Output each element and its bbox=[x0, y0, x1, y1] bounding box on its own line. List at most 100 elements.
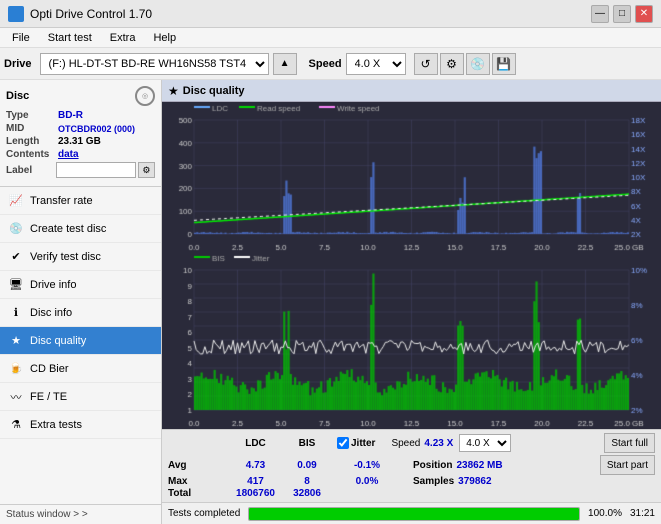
bottom-status-text: Tests completed bbox=[168, 508, 240, 519]
max-jitter: 0.0% bbox=[337, 476, 397, 487]
length-label: Length bbox=[6, 136, 58, 147]
elapsed-time: 31:21 bbox=[630, 508, 655, 519]
avg-label: Avg bbox=[168, 460, 228, 471]
sidebar-item-create-test-disc[interactable]: 💿 Create test disc bbox=[0, 215, 161, 243]
minimize-button[interactable]: — bbox=[591, 5, 609, 23]
samples-value: 379862 bbox=[458, 476, 491, 487]
eject-button[interactable]: ▲ bbox=[273, 53, 297, 75]
lower-chart bbox=[162, 252, 661, 428]
speed-label: Speed bbox=[309, 58, 342, 70]
sidebar-item-fe-te[interactable]: 〰 FE / TE bbox=[0, 383, 161, 411]
nav-verify-test-label: Verify test disc bbox=[30, 251, 101, 263]
stats-bar: LDC BIS Jitter Speed 4.23 X 4.0 X Start … bbox=[162, 429, 661, 502]
menu-bar: File Start test Extra Help bbox=[0, 28, 661, 48]
start-full-button[interactable]: Start full bbox=[604, 433, 655, 453]
label-label: Label bbox=[6, 165, 56, 176]
disc-graphic-icon: ◎ bbox=[135, 86, 155, 106]
disc-section-title: Disc bbox=[6, 90, 29, 102]
label-set-button[interactable]: ⚙ bbox=[138, 162, 155, 178]
drive-info-icon: 🖥 bbox=[8, 277, 24, 293]
nav-create-test-label: Create test disc bbox=[30, 223, 106, 235]
jitter-col-header: Jitter bbox=[351, 438, 375, 449]
app-title: Opti Drive Control 1.70 bbox=[30, 7, 152, 21]
panel-title: Disc quality bbox=[183, 85, 245, 97]
fe-te-icon: 〰 bbox=[8, 389, 24, 405]
sidebar-item-extra-tests[interactable]: ⚗ Extra tests bbox=[0, 411, 161, 439]
sidebar: Disc ◎ Type BD-R MID OTCBDR002 (000) Len… bbox=[0, 80, 162, 524]
total-ldc: 1806760 bbox=[228, 488, 283, 499]
sidebar-item-cd-bier[interactable]: 🍺 CD Bier bbox=[0, 355, 161, 383]
avg-bis: 0.09 bbox=[283, 460, 331, 471]
disc-icon[interactable]: 💿 bbox=[466, 53, 490, 75]
ldc-col-header: LDC bbox=[228, 438, 283, 449]
status-window-label: Status window > > bbox=[6, 509, 88, 520]
length-value: 23.31 GB bbox=[58, 136, 101, 147]
speed-select[interactable]: 4.0 X bbox=[346, 53, 406, 75]
contents-value[interactable]: data bbox=[58, 149, 79, 160]
content-area: ★ Disc quality LDC BIS Jitter Speed 4.23… bbox=[162, 80, 661, 524]
sidebar-item-verify-test-disc[interactable]: ✔ Verify test disc bbox=[0, 243, 161, 271]
max-ldc: 417 bbox=[228, 476, 283, 487]
bis-col-header: BIS bbox=[283, 438, 331, 449]
maximize-button[interactable]: □ bbox=[613, 5, 631, 23]
bottom-progress-fill bbox=[249, 508, 579, 520]
extra-tests-icon: ⚗ bbox=[8, 417, 24, 433]
label-input[interactable] bbox=[56, 162, 136, 178]
nav-cd-bier-label: CD Bier bbox=[30, 363, 69, 375]
upper-chart bbox=[162, 102, 661, 252]
disc-quality-icon: ★ bbox=[8, 333, 24, 349]
type-value: BD-R bbox=[58, 110, 83, 121]
drive-label: Drive bbox=[4, 58, 32, 70]
menu-extra[interactable]: Extra bbox=[102, 30, 144, 46]
bottom-status-bar: Tests completed 100.0% 31:21 bbox=[162, 502, 661, 524]
speed-stat-label: Speed bbox=[391, 438, 420, 449]
panel-icon: ★ bbox=[168, 84, 179, 98]
avg-jitter: -0.1% bbox=[337, 460, 397, 471]
settings-icon[interactable]: ⚙ bbox=[440, 53, 464, 75]
nav-transfer-rate-label: Transfer rate bbox=[30, 195, 93, 207]
transfer-rate-icon: 📈 bbox=[8, 193, 24, 209]
jitter-checkbox[interactable] bbox=[337, 437, 349, 449]
mid-label: MID bbox=[6, 123, 58, 134]
sidebar-bottom: Status window > > bbox=[0, 504, 161, 524]
menu-file[interactable]: File bbox=[4, 30, 38, 46]
menu-help[interactable]: Help bbox=[145, 30, 184, 46]
total-bis: 32806 bbox=[283, 488, 331, 499]
stats-speed-select[interactable]: 4.0 X bbox=[459, 434, 511, 452]
bottom-progress-bar bbox=[248, 507, 580, 521]
total-label: Total bbox=[168, 488, 228, 499]
close-button[interactable]: ✕ bbox=[635, 5, 653, 23]
nav-extra-tests-label: Extra tests bbox=[30, 419, 82, 431]
menu-start-test[interactable]: Start test bbox=[40, 30, 100, 46]
position-label: Position bbox=[413, 460, 452, 471]
status-window-button[interactable]: Status window > > bbox=[6, 509, 155, 520]
disc-info-icon: ℹ bbox=[8, 305, 24, 321]
start-part-button[interactable]: Start part bbox=[600, 455, 655, 475]
progress-percent-text: 100.0% bbox=[588, 508, 622, 519]
sidebar-item-disc-info[interactable]: ℹ Disc info bbox=[0, 299, 161, 327]
nav-items: 📈 Transfer rate 💿 Create test disc ✔ Ver… bbox=[0, 187, 161, 504]
nav-fe-te-label: FE / TE bbox=[30, 391, 67, 403]
max-bis: 8 bbox=[283, 476, 331, 487]
main-layout: Disc ◎ Type BD-R MID OTCBDR002 (000) Len… bbox=[0, 80, 661, 524]
sidebar-item-transfer-rate[interactable]: 📈 Transfer rate bbox=[0, 187, 161, 215]
drive-select[interactable]: (F:) HL-DT-ST BD-RE WH16NS58 TST4 bbox=[40, 53, 269, 75]
nav-drive-info-label: Drive info bbox=[30, 279, 76, 291]
cd-bier-icon: 🍺 bbox=[8, 361, 24, 377]
verify-test-icon: ✔ bbox=[8, 249, 24, 265]
title-bar: Opti Drive Control 1.70 — □ ✕ bbox=[0, 0, 661, 28]
speed-stat-value: 4.23 X bbox=[424, 438, 453, 449]
disc-panel: Disc ◎ Type BD-R MID OTCBDR002 (000) Len… bbox=[0, 80, 161, 187]
type-label: Type bbox=[6, 110, 58, 121]
nav-disc-quality-label: Disc quality bbox=[30, 335, 86, 347]
position-value: 23862 MB bbox=[456, 460, 502, 471]
contents-label: Contents bbox=[6, 149, 58, 160]
save-icon[interactable]: 💾 bbox=[492, 53, 516, 75]
sidebar-item-drive-info[interactable]: 🖥 Drive info bbox=[0, 271, 161, 299]
panel-header: ★ Disc quality bbox=[162, 80, 661, 102]
max-label: Max bbox=[168, 476, 228, 487]
create-test-icon: 💿 bbox=[8, 221, 24, 237]
sidebar-item-disc-quality[interactable]: ★ Disc quality bbox=[0, 327, 161, 355]
charts-container bbox=[162, 102, 661, 429]
refresh-icon[interactable]: ↺ bbox=[414, 53, 438, 75]
